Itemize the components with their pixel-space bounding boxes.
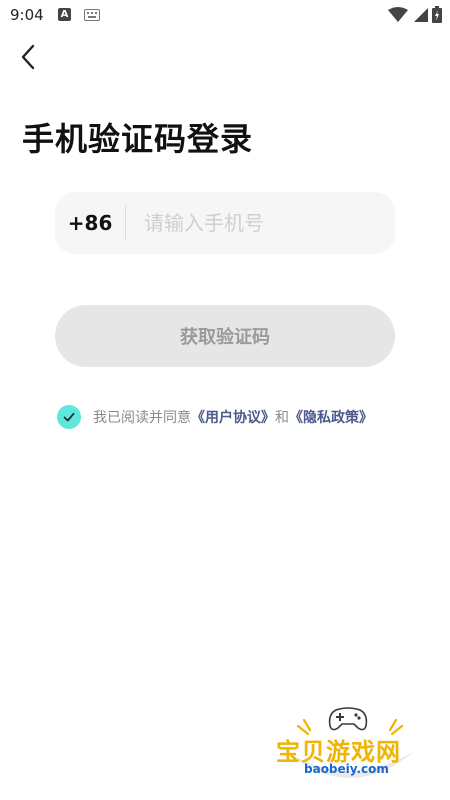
battery-icon bbox=[432, 6, 442, 23]
page-title: 手机验证码登录 bbox=[22, 120, 254, 158]
agreement-and: 和 bbox=[275, 410, 289, 426]
status-time: 9:04 bbox=[10, 6, 44, 24]
check-icon bbox=[63, 412, 75, 422]
signal-icon bbox=[414, 7, 428, 22]
gamepad-icon bbox=[328, 707, 368, 731]
back-arrow-icon bbox=[21, 44, 35, 70]
watermark-url: baobeiy.com bbox=[304, 762, 389, 776]
phone-input-row: +86 bbox=[55, 191, 395, 255]
a-badge-icon: A bbox=[58, 8, 71, 21]
phone-input[interactable] bbox=[126, 191, 395, 255]
wifi-icon bbox=[388, 6, 408, 22]
agreement-text: 我已阅读并同意《用户协议》和《隐私政策》 bbox=[93, 407, 373, 427]
country-code[interactable]: +86 bbox=[55, 211, 125, 235]
watermark: 宝贝游戏网 baobeiy.com bbox=[270, 702, 430, 794]
back-button[interactable] bbox=[14, 42, 44, 72]
privacy-policy-link[interactable]: 《隐私政策》 bbox=[289, 410, 373, 426]
agreement-prefix: 我已阅读并同意 bbox=[93, 410, 191, 426]
status-bar: 9:04 A bbox=[0, 0, 450, 30]
keyboard-icon bbox=[84, 9, 100, 21]
agreement-row: 我已阅读并同意《用户协议》和《隐私政策》 bbox=[57, 405, 373, 429]
user-agreement-link[interactable]: 《用户协议》 bbox=[191, 410, 275, 426]
get-code-button[interactable]: 获取验证码 bbox=[55, 305, 395, 367]
agree-checkbox[interactable] bbox=[57, 405, 81, 429]
status-icons bbox=[388, 6, 442, 23]
